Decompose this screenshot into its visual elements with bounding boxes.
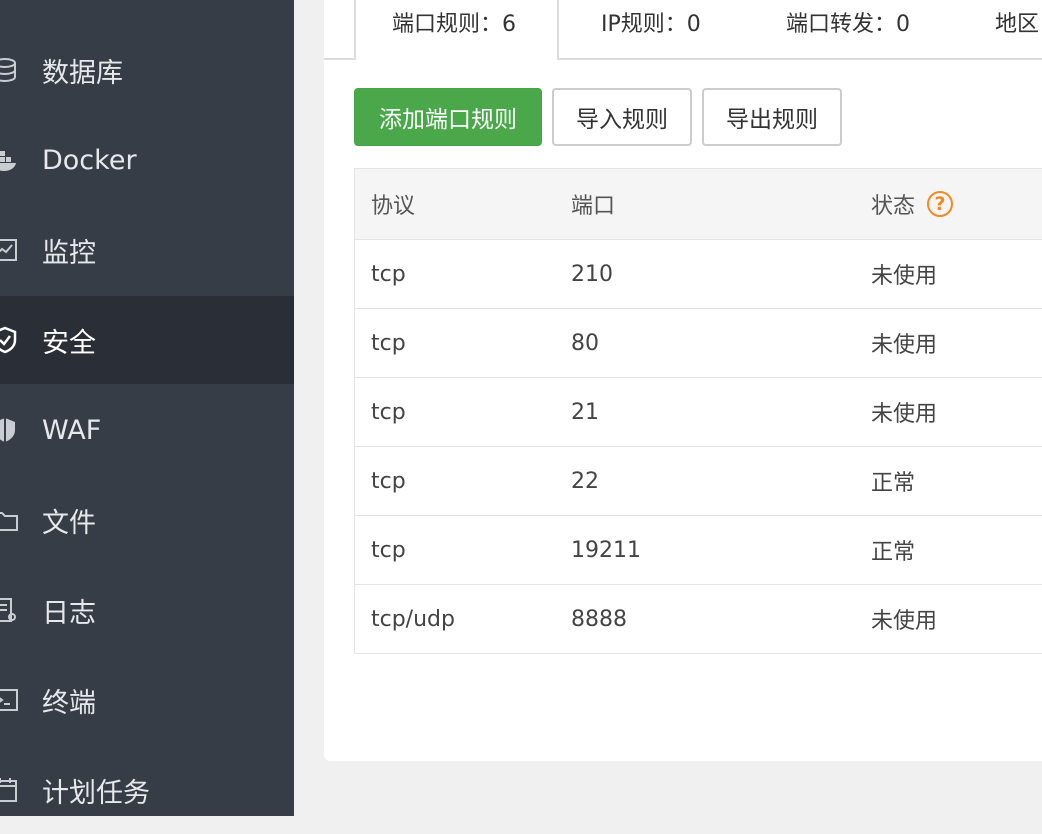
status-cell: 未使用 [871, 609, 938, 634]
port-cell: 21 [571, 399, 599, 425]
sidebar-item-label: Docker [42, 144, 137, 176]
protocol-cell: tcp [371, 330, 406, 356]
status-cell: 正常 [871, 540, 916, 565]
waf-icon [0, 415, 20, 445]
docker-icon [0, 145, 20, 175]
shield-icon [0, 325, 20, 355]
sidebar-item-cron[interactable]: 计划任务 [0, 746, 294, 834]
status-cell: 未使用 [871, 264, 938, 289]
protocol-cell: tcp [371, 261, 406, 287]
table-row: tcp/udp 8888 未使用 [355, 585, 1042, 654]
sidebar-item-security[interactable]: 安全 [0, 296, 294, 384]
main-content: 端口规则：6 IP规则：0 端口转发：0 地区 添加端口规则 导入规则 导出规则… [294, 0, 1042, 816]
sidebar-item-database[interactable]: 数据库 [0, 26, 294, 114]
sidebar-item-logs[interactable]: 日志 [0, 566, 294, 654]
status-cell: 未使用 [871, 333, 938, 358]
port-cell: 22 [571, 468, 599, 494]
tab-bar: 端口规则：6 IP规则：0 端口转发：0 地区 [324, 0, 1042, 60]
folder-icon [0, 505, 20, 535]
tab-ip-rules[interactable]: IP规则：0 [601, 0, 701, 58]
header-port: 端口 [571, 194, 616, 219]
status-cell: 未使用 [871, 402, 938, 427]
table-row: tcp 19211 正常 [355, 516, 1042, 585]
add-port-rule-button[interactable]: 添加端口规则 [354, 88, 542, 146]
port-cell: 80 [571, 330, 599, 356]
sidebar-item-terminal[interactable]: 终端 [0, 656, 294, 744]
protocol-cell: tcp [371, 399, 406, 425]
header-status: 状态 ? [871, 169, 954, 239]
table-row: tcp 22 正常 [355, 447, 1042, 516]
sidebar-item-monitor[interactable]: 监控 [0, 206, 294, 294]
header-status-label: 状态 [871, 194, 916, 219]
calendar-icon [0, 775, 20, 805]
help-icon[interactable]: ? [927, 191, 954, 217]
sidebar-item-label: WAF [42, 414, 102, 446]
header-protocol: 协议 [371, 194, 416, 219]
protocol-cell: tcp [371, 537, 406, 563]
protocol-cell: tcp [371, 468, 406, 494]
port-cell: 8888 [571, 606, 627, 632]
database-icon [0, 55, 20, 85]
protocol-cell: tcp/udp [371, 606, 455, 632]
import-rules-button[interactable]: 导入规则 [552, 88, 692, 146]
tab-region[interactable]: 地区 [995, 0, 1039, 58]
sidebar-item-label: 监控 [42, 237, 96, 269]
tab-port-rules[interactable]: 端口规则：6 [354, 0, 559, 60]
status-cell: 正常 [871, 471, 916, 496]
sidebar-item-label: 计划任务 [42, 777, 150, 809]
sidebar-item-label: 日志 [42, 597, 96, 629]
table-row: tcp 210 未使用 [355, 240, 1042, 309]
sidebar-item-label: 文件 [42, 507, 96, 539]
table-row: tcp 80 未使用 [355, 309, 1042, 378]
table-row: tcp 21 未使用 [355, 378, 1042, 447]
table-header: 协议 端口 状态 ? [355, 169, 1042, 240]
sidebar-item-label: 数据库 [42, 57, 123, 89]
sidebar-item-label: 安全 [42, 327, 96, 359]
terminal-icon [0, 685, 20, 715]
sidebar-item-label: 终端 [42, 687, 96, 719]
monitor-icon [0, 235, 20, 265]
sidebar: 数据库 Docker 监控 安全 WAF 文件 日志 终端 计划任务 [0, 0, 294, 816]
log-icon [0, 595, 20, 625]
port-cell: 19211 [571, 537, 641, 563]
sidebar-item-docker[interactable]: Docker [0, 116, 294, 204]
port-rules-table: 协议 端口 状态 ? tcp 210 未使用 tcp 80 未使用 tcp 21… [354, 168, 1042, 654]
export-rules-button[interactable]: 导出规则 [702, 88, 842, 146]
sidebar-item-files[interactable]: 文件 [0, 476, 294, 564]
tab-port-forward[interactable]: 端口转发：0 [786, 0, 910, 58]
sidebar-item-waf[interactable]: WAF [0, 386, 294, 474]
port-cell: 210 [571, 261, 613, 287]
